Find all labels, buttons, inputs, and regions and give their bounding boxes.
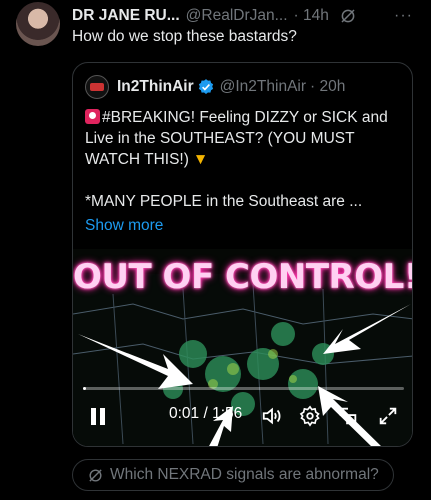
- quoted-author-name: In2ThinAir: [117, 78, 194, 95]
- post-header: DR JANE RU... @RealDrJan... · 14h ···: [72, 5, 431, 27]
- quoted-author-avatar: [85, 75, 109, 99]
- verified-badge-icon: [198, 79, 213, 94]
- pause-icon[interactable]: [87, 405, 109, 427]
- quoted-text-line2: *MANY PEOPLE in the Southeast are ...: [85, 193, 363, 210]
- post-text: How do we stop these bastards?: [72, 28, 297, 45]
- grok-suggested-question-button[interactable]: Which NEXRAD signals are abnormal?: [72, 459, 394, 491]
- author-avatar[interactable]: [16, 2, 60, 46]
- video-headline: OUT OF CONTROL!: [73, 257, 413, 297]
- grok-question-label: Which NEXRAD signals are abnormal?: [110, 466, 379, 483]
- quoted-post-time: · 20h: [310, 78, 346, 95]
- grok-icon: [89, 468, 102, 482]
- video-progress-bar[interactable]: [83, 387, 404, 390]
- post-time[interactable]: · 14h: [294, 7, 329, 25]
- quoted-text-line1: #BREAKING! Feeling DIZZY or SICK and Liv…: [85, 109, 388, 168]
- volume-icon[interactable]: [261, 405, 283, 427]
- quoted-post-text: #BREAKING! Feeling DIZZY or SICK and Liv…: [85, 107, 405, 212]
- author-name[interactable]: DR JANE RU...: [72, 7, 180, 25]
- more-options-icon[interactable]: ···: [394, 7, 413, 25]
- picture-in-picture-icon[interactable]: [337, 405, 359, 427]
- quoted-post-header: In2ThinAir @In2ThinAir · 20h: [85, 75, 345, 99]
- show-more-link[interactable]: Show more: [85, 217, 163, 235]
- grok-icon[interactable]: [339, 7, 357, 25]
- video-progress-fill: [83, 387, 86, 390]
- gear-icon[interactable]: [299, 405, 321, 427]
- backhand-index-pointing-down-icon: ▼: [192, 151, 209, 168]
- quoted-post[interactable]: In2ThinAir @In2ThinAir · 20h #BREAKING! …: [72, 62, 413, 447]
- radar-map-image: [73, 274, 412, 446]
- author-handle[interactable]: @RealDrJan...: [186, 7, 288, 25]
- video-time: 0:01 / 1:56: [169, 405, 243, 422]
- police-light-icon: [85, 109, 100, 124]
- quoted-author-handle: @In2ThinAir: [219, 78, 307, 95]
- fullscreen-icon[interactable]: [377, 405, 399, 427]
- video-player[interactable]: OUT OF CONTROL! 0:01 / 1:56: [73, 249, 413, 446]
